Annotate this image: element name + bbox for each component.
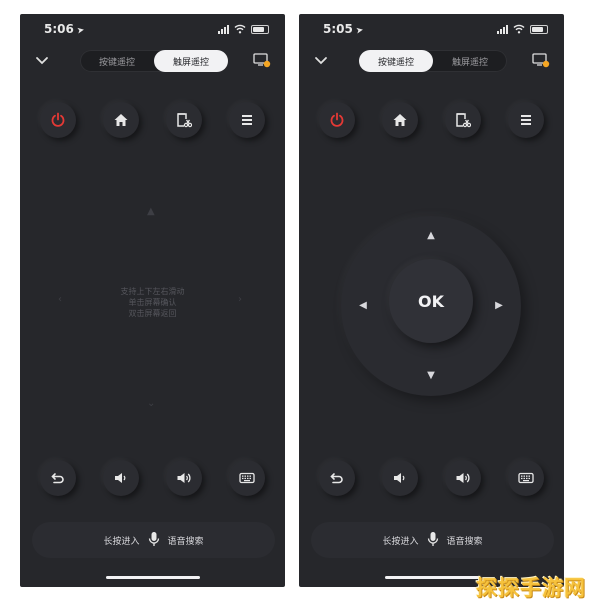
phone-key-remote: 5:05 ➤ 按键遥控 触屏遥控 ▲ ▼ ◀ ▶ OK 长按进入 语音搜索 (299, 14, 564, 587)
touch-up-arrow-icon: ▲ (147, 206, 155, 217)
microphone-icon (427, 531, 439, 550)
voice-search-bar[interactable]: 长按进入 语音搜索 (311, 522, 554, 558)
volume-down-icon (115, 473, 126, 483)
volume-up-icon (177, 473, 191, 483)
volume-up-button[interactable] (445, 460, 481, 496)
voice-hint-right: 语音搜索 (167, 536, 204, 547)
voice-search-bar[interactable]: 长按进入 语音搜索 (32, 522, 275, 558)
cast-screen-icon[interactable] (253, 52, 271, 68)
battery-icon (251, 24, 269, 34)
status-bar: 5:06 ➤ (20, 22, 285, 38)
power-icon (51, 112, 65, 127)
header-row: 按键遥控 触屏遥控 (20, 48, 285, 72)
chevron-down-icon[interactable] (313, 52, 329, 68)
voice-hint-left: 长按进入 (103, 536, 140, 547)
menu-icon (521, 115, 531, 125)
touch-hint: 支持上下左右滑动 单击屏幕确认 双击屏幕返回 (20, 286, 285, 319)
microphone-icon (148, 531, 160, 550)
touch-hint-line: 单击屏幕确认 (128, 298, 177, 307)
keyboard-icon (239, 472, 255, 484)
home-button[interactable] (103, 102, 139, 138)
menu-button[interactable] (508, 102, 544, 138)
site-watermark: 探探手游网 (476, 576, 586, 600)
back-icon (330, 473, 343, 484)
keyboard-button[interactable] (229, 460, 265, 496)
touch-hint-line: 双击屏幕返回 (128, 309, 177, 318)
volume-up-icon (456, 473, 470, 483)
back-icon (51, 473, 64, 484)
menu-icon (242, 115, 252, 125)
status-icons (497, 24, 548, 34)
keyboard-icon (518, 472, 534, 484)
signal-icon (218, 24, 229, 34)
dpad-down-button[interactable]: ▼ (425, 370, 437, 382)
wifi-icon (513, 24, 525, 34)
comparison-canvas: 5:06 ➤ 按键遥控 触屏遥控 ▲ ⌄ ‹ › 支持上下左右滑动 单击屏幕确认… (0, 0, 594, 606)
top-controls (40, 102, 265, 138)
signal-icon (497, 24, 508, 34)
header-row: 按键遥控 触屏遥控 (299, 48, 564, 72)
touch-pad-area[interactable]: ▲ ⌄ ‹ › 支持上下左右滑动 单击屏幕确认 双击屏幕返回 (20, 194, 285, 434)
top-controls (319, 102, 544, 138)
status-time: 5:05 ➤ (323, 22, 365, 37)
tab-touch-remote[interactable]: 触屏遥控 (154, 50, 228, 72)
back-button[interactable] (40, 460, 76, 496)
bottom-controls (40, 460, 265, 496)
mode-toggle: 按键遥控 触屏遥控 (80, 50, 228, 72)
volume-down-icon (394, 473, 405, 483)
location-icon: ➤ (355, 25, 365, 37)
status-time: 5:06 ➤ (44, 22, 86, 37)
back-button[interactable] (319, 460, 355, 496)
cast-screen-icon[interactable] (532, 52, 550, 68)
touch-down-arrow-icon: ⌄ (147, 398, 156, 409)
chevron-down-icon[interactable] (34, 52, 50, 68)
volume-down-button[interactable] (103, 460, 139, 496)
wifi-icon (234, 24, 246, 34)
ok-button[interactable]: OK (389, 259, 473, 343)
status-icons (218, 24, 269, 34)
volume-down-button[interactable] (382, 460, 418, 496)
home-button[interactable] (382, 102, 418, 138)
mode-toggle: 按键遥控 触屏遥控 (359, 50, 507, 72)
keyboard-button[interactable] (508, 460, 544, 496)
phone-touch-remote: 5:06 ➤ 按键遥控 触屏遥控 ▲ ⌄ ‹ › 支持上下左右滑动 单击屏幕确认… (20, 14, 285, 587)
voice-hint-right: 语音搜索 (446, 536, 483, 547)
location-icon: ➤ (76, 25, 86, 37)
home-icon (393, 114, 407, 126)
home-icon (114, 114, 128, 126)
battery-icon (530, 24, 548, 34)
power-button[interactable] (319, 102, 355, 138)
tab-touch-remote[interactable]: 触屏遥控 (433, 50, 507, 72)
screenshot-cut-icon (177, 113, 192, 128)
bottom-controls (319, 460, 544, 496)
volume-up-button[interactable] (166, 460, 202, 496)
home-indicator (385, 576, 479, 579)
dpad-right-button[interactable]: ▶ (493, 300, 505, 312)
tab-key-remote[interactable]: 按键遥控 (80, 50, 154, 72)
home-indicator (106, 576, 200, 579)
menu-button[interactable] (229, 102, 265, 138)
screenshot-cut-icon (456, 113, 471, 128)
dpad-up-button[interactable]: ▲ (425, 230, 437, 242)
status-bar: 5:05 ➤ (299, 22, 564, 38)
touch-hint-line: 支持上下左右滑动 (120, 287, 185, 296)
dpad-left-button[interactable]: ◀ (357, 300, 369, 312)
tab-key-remote[interactable]: 按键遥控 (359, 50, 433, 72)
voice-hint-left: 长按进入 (382, 536, 419, 547)
power-icon (330, 112, 344, 127)
dpad: ▲ ▼ ◀ ▶ OK (341, 216, 521, 396)
screenshot-button[interactable] (445, 102, 481, 138)
screenshot-button[interactable] (166, 102, 202, 138)
power-button[interactable] (40, 102, 76, 138)
